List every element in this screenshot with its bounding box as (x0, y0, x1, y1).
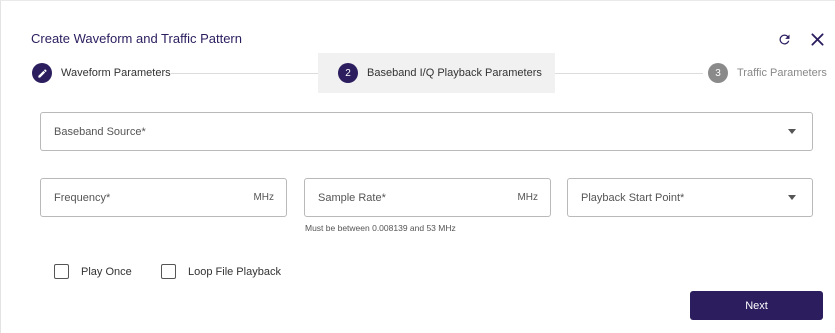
field-label: Sample Rate* (318, 191, 386, 204)
step-label: Waveform Parameters (61, 67, 171, 79)
close-icon (810, 32, 824, 46)
step-completed-badge (32, 63, 52, 83)
create-waveform-dialog: Create Waveform and Traffic Pattern Wave… (0, 0, 835, 333)
field-label: Baseband Source* (54, 125, 146, 138)
pencil-icon (37, 68, 47, 78)
checkbox-box[interactable] (54, 264, 69, 279)
refresh-icon (778, 34, 789, 44)
baseband-source-select[interactable]: Baseband Source* (40, 112, 813, 151)
play-once-checkbox[interactable]: Play Once (54, 264, 132, 279)
loop-file-playback-checkbox[interactable]: Loop File Playback (161, 264, 281, 279)
dialog-title: Create Waveform and Traffic Pattern (31, 31, 242, 46)
step-connector (171, 73, 318, 74)
caret-down-icon (788, 129, 796, 134)
step-traffic-parameters[interactable]: 3 Traffic Parameters (708, 53, 827, 93)
step-waveform-parameters[interactable]: Waveform Parameters (32, 53, 171, 93)
caret-down-icon (788, 195, 796, 200)
stepper: Waveform Parameters 2 Baseband I/Q Playb… (1, 53, 835, 93)
frequency-input[interactable]: Frequency* MHz (40, 178, 287, 217)
sample-rate-hint: Must be between 0.008139 and 53 MHz (305, 223, 456, 233)
field-label: Playback Start Point* (581, 191, 685, 204)
next-button[interactable]: Next (690, 291, 823, 320)
playback-start-point-select[interactable]: Playback Start Point* (567, 178, 813, 217)
step-label: Baseband I/Q Playback Parameters (367, 67, 542, 79)
unit-suffix: MHz (517, 192, 538, 203)
field-label: Frequency* (54, 191, 111, 204)
step-baseband-playback-parameters[interactable]: 2 Baseband I/Q Playback Parameters (318, 53, 555, 93)
step-number: 3 (708, 63, 728, 83)
checkbox-label: Loop File Playback (188, 265, 281, 278)
refresh-button[interactable] (774, 29, 794, 49)
unit-suffix: MHz (253, 192, 274, 203)
step-label: Traffic Parameters (737, 67, 827, 79)
checkbox-label: Play Once (81, 265, 132, 278)
checkbox-box[interactable] (161, 264, 176, 279)
close-button[interactable] (807, 29, 827, 49)
step-number: 2 (338, 63, 358, 83)
step-connector (555, 73, 703, 74)
sample-rate-input[interactable]: Sample Rate* MHz (304, 178, 551, 217)
